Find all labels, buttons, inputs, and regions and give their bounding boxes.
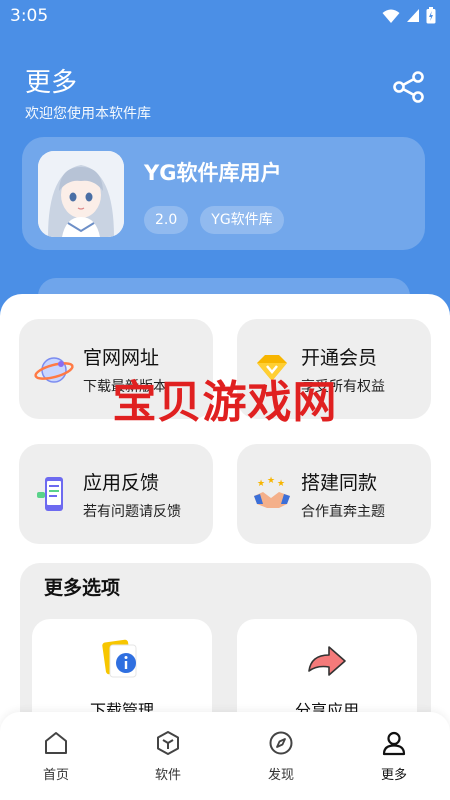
status-icons: [382, 7, 436, 24]
tab-discover[interactable]: 发现: [241, 730, 321, 783]
anime-avatar-image: [38, 151, 124, 237]
box-icon: [157, 731, 179, 755]
version-chip: 2.0: [144, 206, 189, 234]
user-icon: [382, 731, 406, 756]
home-icon: [45, 732, 67, 754]
tile-subtitle: 享受所有权益: [301, 379, 385, 395]
globe-planet-icon: [34, 357, 74, 383]
username: YG软件库用户: [144, 161, 282, 185]
tile-build-same[interactable]: ★ ★ ★ 搭建同款 合作直奔主题: [237, 444, 431, 544]
profile-card[interactable]: YG软件库用户 2.0 YG软件库: [22, 137, 425, 250]
avatar[interactable]: [38, 151, 124, 237]
svg-text:★: ★: [277, 479, 285, 489]
tile-subtitle: 若有问题请反馈: [83, 504, 181, 520]
profile-chips: 2.0 YG软件库: [144, 206, 284, 234]
status-bar: 3:05: [0, 0, 450, 32]
tab-software[interactable]: 软件: [128, 730, 208, 783]
page-title: 更多: [25, 68, 78, 98]
tab-more[interactable]: 更多: [354, 730, 434, 783]
wifi-icon: [382, 9, 400, 23]
page-header: 更多 欢迎您使用本软件库: [25, 62, 151, 123]
phone-feedback-icon: [37, 477, 63, 511]
tile-title: 官网网址: [83, 347, 160, 369]
battery-icon: [426, 7, 436, 24]
page-subtitle: 欢迎您使用本软件库: [25, 106, 151, 122]
tab-label: 发现: [267, 768, 294, 783]
compass-icon: [269, 731, 293, 755]
svg-text:★: ★: [267, 476, 275, 486]
svg-text:★: ★: [257, 479, 265, 489]
tab-label: 首页: [42, 768, 69, 783]
tile-title: 应用反馈: [83, 472, 160, 494]
handshake-icon: ★ ★ ★: [254, 476, 290, 508]
download-info-icon: [102, 639, 137, 678]
share-icon[interactable]: [392, 70, 426, 104]
tile-subtitle: 合作直奔主题: [301, 504, 385, 520]
bottom-tab-bar: 首页 软件 发现 更多: [0, 712, 450, 800]
vip-diamond-icon: [257, 355, 287, 381]
tile-membership[interactable]: 开通会员 享受所有权益: [237, 319, 431, 419]
tile-title: 开通会员: [301, 347, 378, 369]
tile-subtitle: 下载最新版本: [83, 379, 167, 395]
more-options-title: 更多选项: [44, 577, 121, 599]
signal-icon: [407, 9, 419, 22]
tab-label: 更多: [380, 768, 407, 783]
tile-official-site[interactable]: 官网网址 下载最新版本: [19, 319, 213, 419]
tile-feedback[interactable]: 应用反馈 若有问题请反馈: [19, 444, 213, 544]
library-chip: YG软件库: [200, 206, 284, 234]
tab-label: 软件: [154, 768, 181, 783]
status-time: 3:05: [10, 6, 49, 26]
tile-title: 搭建同款: [301, 472, 378, 494]
share-arrow-icon: [308, 646, 346, 676]
tab-home[interactable]: 首页: [16, 730, 96, 783]
